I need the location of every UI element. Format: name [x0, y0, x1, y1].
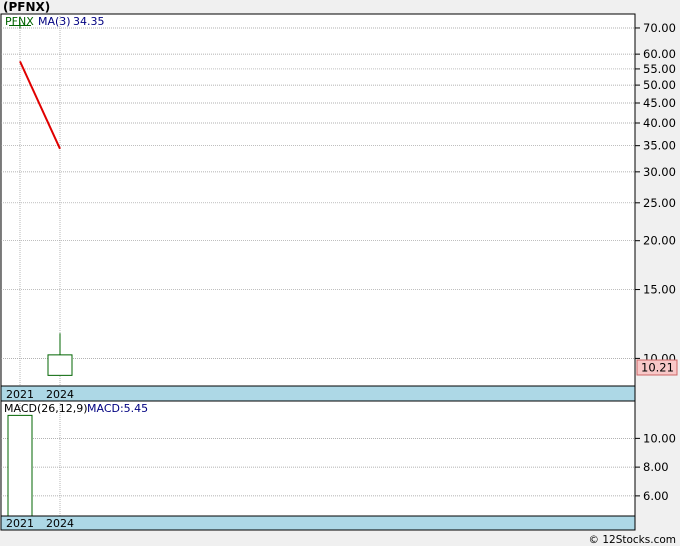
price-y-tick-label: 70.00: [643, 21, 676, 35]
price-y-tick-label: 30.00: [643, 165, 676, 179]
macd-panel: [0, 400, 636, 517]
macd-x-axis-bar: [0, 515, 636, 531]
credit-text: © 12Stocks.com: [589, 534, 677, 546]
price-y-tick-label: 55.00: [643, 62, 676, 76]
macd-y-tick-label: 6.00: [643, 489, 669, 503]
macd-y-tick-label: 8.00: [643, 460, 669, 474]
price-y-tick-label: 50.00: [643, 78, 676, 92]
macd-y-axis: 10.00 8.00 6.00: [635, 431, 676, 503]
candle-2024: [47, 354, 73, 376]
price-x-axis-bar: [0, 385, 636, 402]
stock-chart: (PFNX) 70.00 60.0055.00 50.00 45.00 40.00 35.…: [0, 0, 678, 546]
last-price-label: 10.21: [641, 361, 674, 375]
macd-legend-label: MACD(26,12,9): [4, 402, 88, 415]
price-y-tick-label: 60.00: [643, 47, 676, 61]
price-y-tick-label: 45.00: [643, 96, 676, 110]
price-y-tick-label: 40.00: [643, 116, 676, 130]
price-panel: [0, 13, 636, 387]
price-y-tick-label: 35.00: [643, 139, 676, 153]
macd-x-tick-label: 2024: [46, 517, 74, 530]
price-y-tick-label: 15.00: [643, 283, 676, 297]
legend-symbol: PFNX: [5, 15, 34, 28]
macd-marks: [7, 414, 33, 517]
price-y-tick-label: 20.00: [643, 234, 676, 248]
price-x-tick-label: 2024: [46, 388, 74, 401]
macd-legend-value: MACD:5.45: [87, 402, 148, 415]
price-y-tick-label: 25.00: [643, 196, 676, 210]
macd-x-tick-label: 2021: [6, 517, 34, 530]
legend-ma-label: MA(3): [38, 15, 71, 28]
macd-y-tick-label: 10.00: [643, 431, 676, 445]
chart-title: (PFNX): [3, 0, 50, 14]
legend-ma-value: 34.35: [73, 15, 105, 28]
macd-bar-2021: [7, 414, 33, 517]
price-y-axis: 70.00 60.0055.00 50.00 45.00 40.00 35.00 30.00…: [635, 21, 676, 365]
price-x-tick-label: 2021: [6, 388, 34, 401]
